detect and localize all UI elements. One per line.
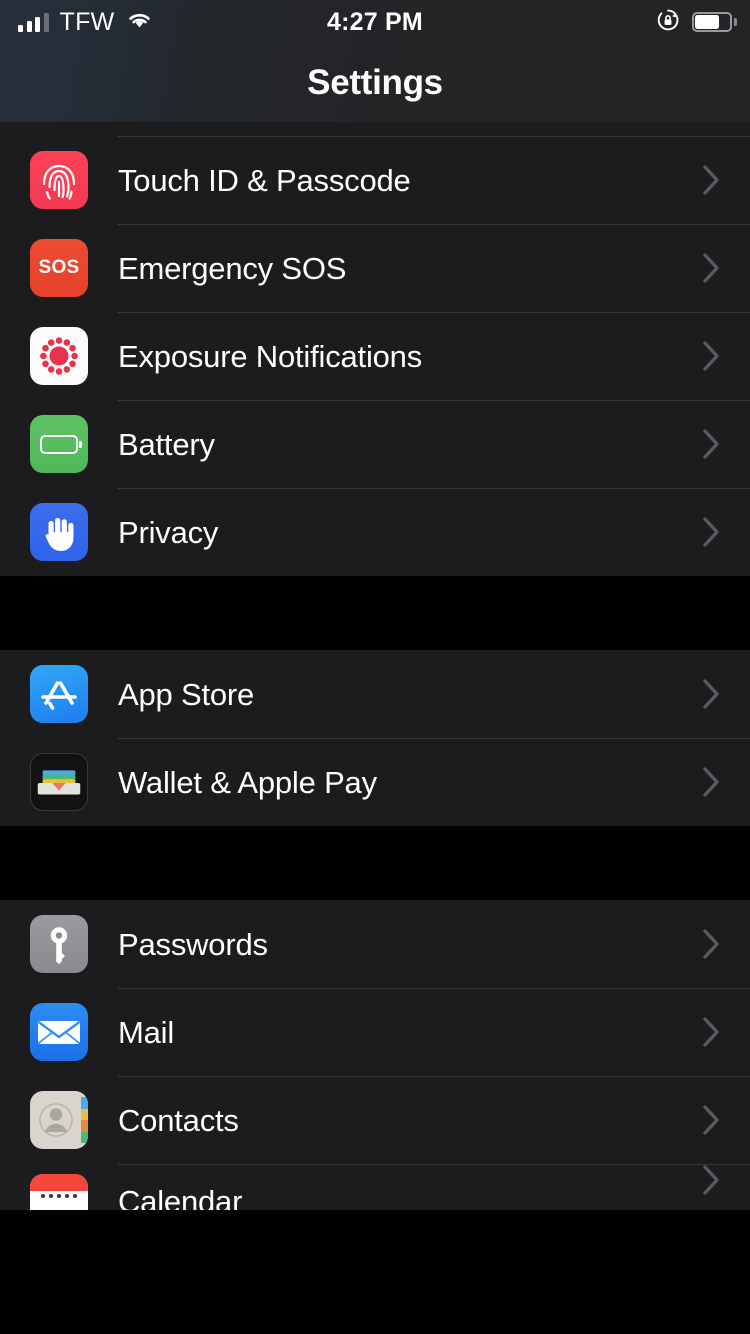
contacts-icon [30,1091,88,1149]
contacts-icon-wrap [0,1091,118,1149]
emergency-sos-icon: SOS [30,239,88,297]
settings-row-label: Passwords [118,926,268,962]
settings-row-label: Calendar [118,1184,243,1210]
privacy-icon-wrap [0,503,118,561]
status-bar-clock: 4:27 PM [327,7,423,36]
calendar-icon-wrap [0,1164,118,1210]
settings-row-label: App Store [118,676,255,712]
exposure-notifications-icon-wrap [0,327,118,385]
page-title: Settings [307,63,443,102]
mail-icon [30,1003,88,1061]
settings-row-label: Privacy [118,514,219,550]
settings-row-privacy[interactable]: Privacy [0,488,750,576]
settings-row-wallet-and-apple-pay[interactable]: Wallet & Apple Pay [0,738,750,826]
settings-row-calendar[interactable]: Calendar [0,1164,750,1210]
settings-row-battery[interactable]: Battery [0,400,750,488]
settings-row-exposure-notifications[interactable]: Exposure Notifications [0,312,750,400]
settings-section-store: App Store Wallet & Apple Pay [0,650,750,826]
app-store-icon-wrap [0,665,118,723]
settings-row-touch-id-and-passcode[interactable]: Touch ID & Passcode [0,136,750,224]
touch-id-icon-wrap [0,151,118,209]
chevron-right-icon [690,1104,750,1136]
wallet-icon-wrap [0,753,118,811]
wallet-icon [30,753,88,811]
settings-screen: Wallpaper [0,0,750,1334]
settings-scroll-content[interactable]: Wallpaper [0,0,750,1210]
calendar-header-bar [30,1174,88,1191]
app-store-icon [30,665,88,723]
battery-settings-icon [30,415,88,473]
calendar-dots [30,1194,88,1198]
chevron-right-icon [690,1016,750,1048]
settings-row-label: Emergency SOS [118,250,347,286]
mail-icon-wrap [0,1003,118,1061]
section-gap-2 [0,826,750,900]
settings-row-label: Mail [118,1014,175,1050]
rotation-lock-icon [656,8,680,37]
status-bar-right [656,0,737,44]
contacts-index-tabs [81,1097,88,1143]
chevron-right-icon [690,678,750,710]
chevron-right-icon [690,164,750,196]
touch-id-icon [30,151,88,209]
settings-row-label: Battery [118,426,215,462]
battery-glyph [40,434,82,454]
privacy-icon [30,503,88,561]
sos-text: SOS [38,257,80,278]
settings-row-label: Exposure Notifications [118,338,423,374]
chevron-right-icon [690,340,750,372]
passwords-icon [30,915,88,973]
top-bar: TFW 4:27 PM Settings [0,0,750,122]
chevron-right-icon [690,516,750,548]
exposure-notifications-icon [30,327,88,385]
settings-section-accounts: Passwords Mail Contacts Calendar [0,900,750,1210]
settings-row-label: Wallet & Apple Pay [118,764,377,800]
settings-row-app-store[interactable]: App Store [0,650,750,738]
battery-settings-icon-wrap [0,415,118,473]
settings-row-emergency-sos[interactable]: SOS Emergency SOS [0,224,750,312]
emergency-sos-icon-wrap: SOS [0,239,118,297]
passwords-icon-wrap [0,915,118,973]
chevron-right-icon [690,766,750,798]
settings-row-mail[interactable]: Mail [0,988,750,1076]
battery-icon [692,12,737,32]
settings-row-passwords[interactable]: Passwords [0,900,750,988]
section-gap-1 [0,576,750,650]
chevron-right-icon [690,928,750,960]
calendar-icon [30,1174,88,1210]
chevron-right-icon [690,1164,750,1196]
chevron-right-icon [690,252,750,284]
settings-row-label: Contacts [118,1102,239,1138]
settings-row-contacts[interactable]: Contacts [0,1076,750,1164]
chevron-right-icon [690,428,750,460]
settings-row-label: Touch ID & Passcode [118,162,411,198]
status-bar: TFW 4:27 PM [0,0,750,44]
